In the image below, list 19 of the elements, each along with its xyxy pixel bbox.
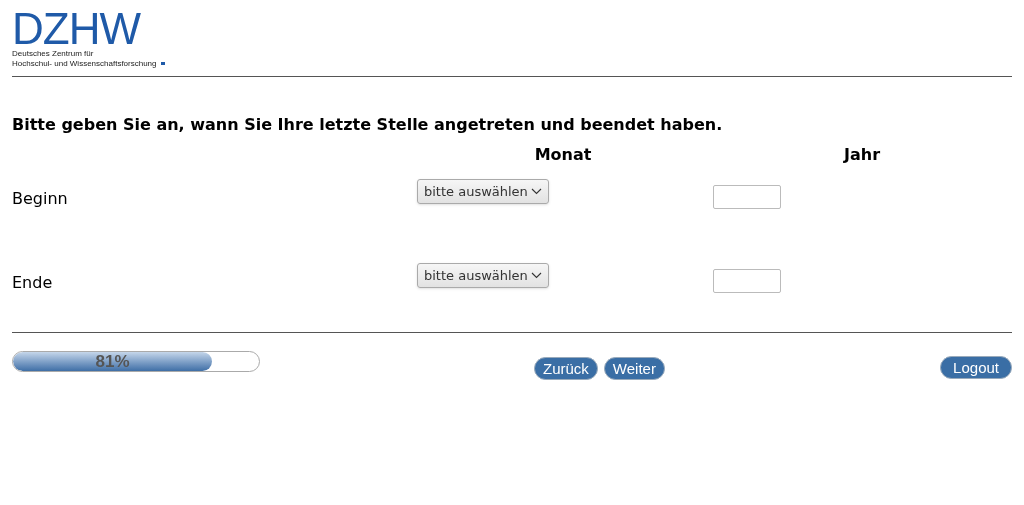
square-icon [160, 62, 165, 65]
chevron-down-icon [530, 272, 542, 279]
nav-button[interactable]: Weiter [603, 357, 665, 380]
chevron-down-icon [530, 188, 542, 195]
month-dropdown[interactable]: bitte auswählen [417, 179, 549, 204]
year-input[interactable] [713, 269, 781, 293]
progress-reading: 81% [95, 352, 130, 371]
row-label: Ende [12, 272, 54, 294]
column-header: Monat [533, 145, 593, 165]
nav-button[interactable]: Zurück [534, 357, 598, 380]
logo-subtitle: Deutsches Zentrum für [12, 49, 95, 58]
year-input[interactable] [713, 185, 781, 209]
question-text: Bitte geben Sie an, wann Sie Ihre letzte Stelle angetreten und beendet haben. [12, 115, 724, 135]
logo-subtitle: Hochschul- und Wissenschaftsforschung [12, 59, 212, 68]
month-dropdown[interactable]: bitte auswählen [417, 263, 549, 288]
logout-button[interactable]: Logout [940, 356, 1012, 379]
column-header: Jahr [842, 145, 881, 165]
row-label: Beginn [12, 188, 69, 210]
logo-wordmark: DZHW [12, 10, 142, 48]
